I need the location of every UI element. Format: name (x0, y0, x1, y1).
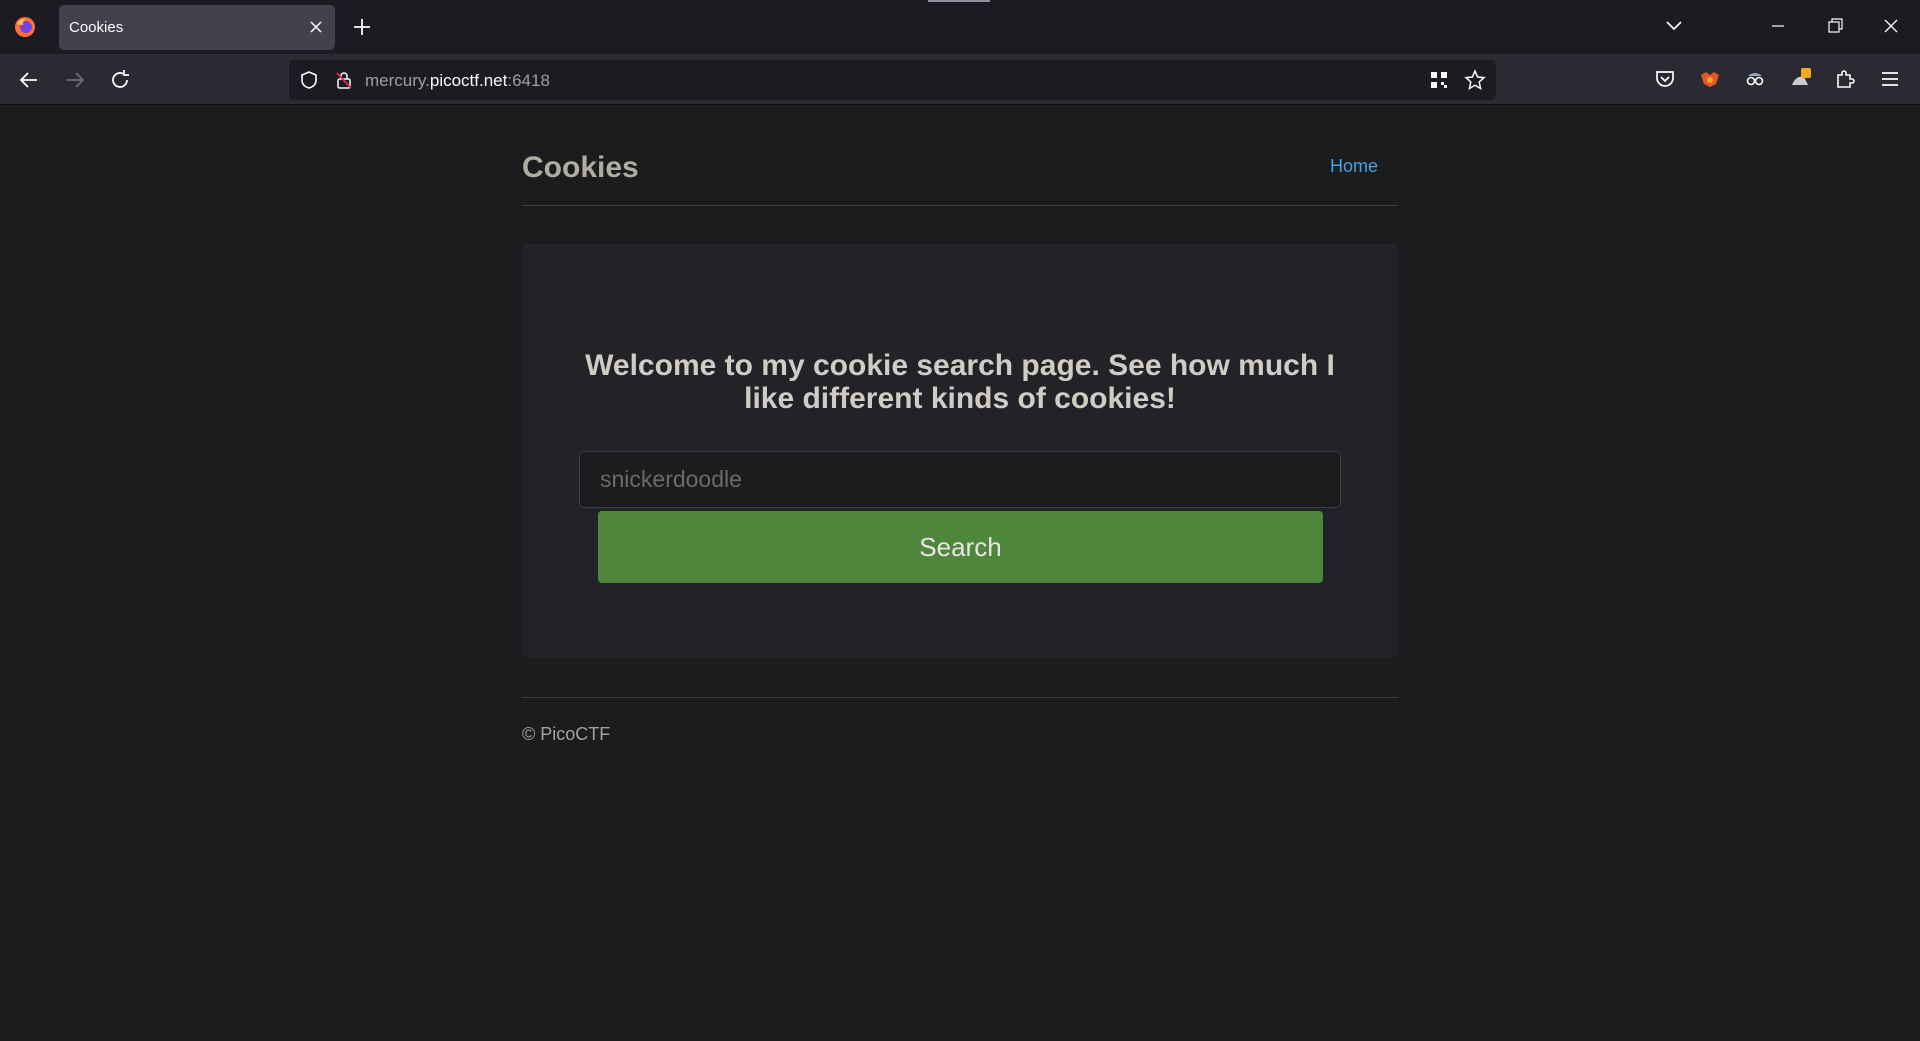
page-content: Cookies Home Welcome to my cookie search… (0, 106, 1920, 1041)
forward-arrow-icon[interactable] (63, 68, 87, 92)
shield-icon[interactable] (299, 70, 319, 90)
browser-titlebar: Cookies (0, 0, 1920, 54)
footer-divider (522, 697, 1398, 698)
pocket-icon[interactable] (1653, 67, 1677, 91)
address-bar[interactable]: mercury.picoctf.net:6418 (289, 60, 1496, 100)
spy-glasses-extension-icon[interactable] (1743, 67, 1767, 91)
restore-icon[interactable] (1825, 16, 1845, 36)
tab-title: Cookies (69, 19, 124, 36)
search-panel: Welcome to my cookie search page. See ho… (522, 244, 1398, 658)
cookie-search-input[interactable] (579, 451, 1341, 508)
welcome-heading: Welcome to my cookie search page. See ho… (585, 349, 1335, 415)
minimize-icon[interactable] (1768, 16, 1788, 36)
close-window-icon[interactable] (1881, 16, 1901, 36)
hamburger-menu-icon[interactable] (1878, 67, 1902, 91)
bookmark-star-icon[interactable] (1464, 69, 1486, 91)
back-arrow-icon[interactable] (17, 68, 41, 92)
drag-indicator (928, 0, 990, 2)
insecure-lock-icon[interactable] (334, 70, 354, 90)
url-port: :6418 (507, 71, 550, 90)
firefox-logo-icon (15, 17, 35, 37)
url-host: picoctf.net (429, 71, 508, 90)
home-link[interactable]: Home (1330, 156, 1378, 177)
new-tab-icon[interactable] (352, 17, 372, 37)
fox-extension-icon[interactable] (1698, 67, 1722, 91)
extensions-puzzle-icon[interactable] (1833, 67, 1857, 91)
search-button[interactable]: Search (598, 511, 1323, 583)
url-prefix: mercury. (365, 71, 430, 90)
browser-navbar: mercury.picoctf.net:6418 (0, 54, 1920, 105)
chevron-down-icon[interactable] (1664, 18, 1684, 34)
reload-icon[interactable] (108, 68, 132, 92)
close-tab-icon[interactable] (307, 18, 325, 36)
notification-extension-icon[interactable] (1788, 67, 1812, 91)
url-text[interactable]: mercury.picoctf.net:6418 (365, 71, 550, 91)
footer-copyright: © PicoCTF (522, 724, 611, 744)
site-header: Cookies Home (522, 136, 1398, 206)
tab-cookies[interactable]: Cookies (59, 5, 335, 50)
site-title: Cookies (522, 151, 639, 184)
qr-code-icon[interactable] (1429, 70, 1449, 90)
